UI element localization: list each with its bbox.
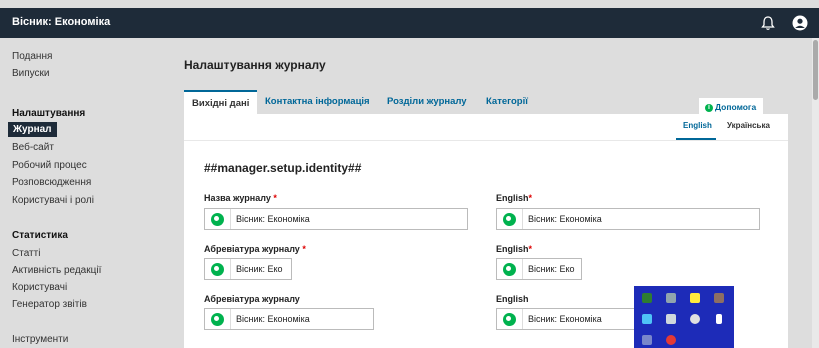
journal-acronym-english-input[interactable]: Вісник: Економіка <box>496 308 646 330</box>
cloud-icon[interactable] <box>666 293 676 303</box>
sidebar-item-editorial-activity[interactable]: Активність редакції <box>12 265 101 276</box>
scrollbar-thumb[interactable] <box>813 40 818 100</box>
globe-icon <box>211 313 224 326</box>
app-icon[interactable] <box>714 293 724 303</box>
tab-sections[interactable]: Розділи журналу <box>379 90 475 114</box>
bell-icon[interactable] <box>760 15 776 31</box>
page-title: Налаштування журналу <box>184 58 326 72</box>
gpu-icon[interactable] <box>642 293 652 303</box>
field-label: Абревіатура журналу * <box>204 244 306 254</box>
journal-title-input[interactable]: Вісник: Економіка <box>204 208 468 230</box>
network-icon[interactable] <box>666 335 676 345</box>
sidebar-heading-settings: Налаштування <box>12 108 86 119</box>
help-button[interactable]: i Допомога <box>699 98 763 115</box>
puzzle-icon[interactable] <box>690 293 700 303</box>
sidebar-item-website[interactable]: Веб-сайт <box>12 142 54 153</box>
sidebar-item-users-roles[interactable]: Користувачі і ролі <box>12 195 94 206</box>
system-tray-popup <box>634 286 734 348</box>
sidebar-item-tools[interactable]: Інструменти <box>12 334 68 345</box>
globe-icon <box>503 263 516 276</box>
sidebar-item-issues[interactable]: Випуски <box>12 68 50 79</box>
field-alt-label: English* <box>496 244 533 254</box>
sidebar-item-users[interactable]: Користувачі <box>12 282 67 293</box>
sidebar-item-journal[interactable]: Журнал <box>8 122 57 137</box>
field-alt-label: English* <box>496 193 533 203</box>
field-label: Абревіатура журналу <box>204 294 300 304</box>
sidebar-item-articles[interactable]: Статті <box>12 248 40 259</box>
sidebar-heading-statistics: Статистика <box>12 230 68 241</box>
sidebar-item-distribution[interactable]: Розповсюдження <box>12 177 91 188</box>
lang-tab-ukrainian[interactable]: Українська <box>727 121 770 130</box>
language-tabs: English Українська <box>668 114 788 140</box>
top-bar: Вісник: Економіка <box>0 8 819 38</box>
tab-masthead[interactable]: Вихідні дані <box>184 90 258 114</box>
journal-acronym-input[interactable]: Вісник: Економіка <box>204 308 374 330</box>
monitor-icon[interactable] <box>642 314 652 324</box>
app-title[interactable]: Вісник: Економіка <box>12 16 110 28</box>
sidebar-item-workflow[interactable]: Робочий процес <box>12 160 87 171</box>
sidebar-item-report-generator[interactable]: Генератор звітів <box>12 299 87 310</box>
tab-contact[interactable]: Контактна інформація <box>257 90 378 114</box>
journal-abbr-english-input[interactable]: Вісник: Еко <box>496 258 582 280</box>
screenshot-icon[interactable] <box>666 314 676 324</box>
wifi-icon[interactable] <box>642 335 652 345</box>
globe-icon <box>211 263 224 276</box>
divider <box>184 140 788 141</box>
globe-icon <box>211 213 224 226</box>
field-label: Назва журналу * <box>204 193 277 203</box>
journal-title-english-input[interactable]: Вісник: Економіка <box>496 208 760 230</box>
field-alt-label: English <box>496 294 529 304</box>
microphone-icon[interactable] <box>716 314 722 324</box>
globe-icon <box>503 313 516 326</box>
sidebar: Подання Випуски Налаштування Журнал Веб-… <box>0 38 170 348</box>
help-label: Допомога <box>715 102 757 112</box>
section-title: ##manager.setup.identity## <box>204 161 362 175</box>
scrollbar[interactable] <box>812 38 819 348</box>
sidebar-item-submissions[interactable]: Подання <box>12 51 52 62</box>
lang-tab-english[interactable]: English <box>683 121 712 130</box>
globe-icon <box>503 213 516 226</box>
tab-categories[interactable]: Категорії <box>478 90 536 114</box>
user-icon[interactable] <box>792 15 808 31</box>
chrome-icon[interactable] <box>690 314 700 324</box>
journal-abbr-input[interactable]: Вісник: Еко <box>204 258 292 280</box>
info-icon: i <box>705 103 713 112</box>
